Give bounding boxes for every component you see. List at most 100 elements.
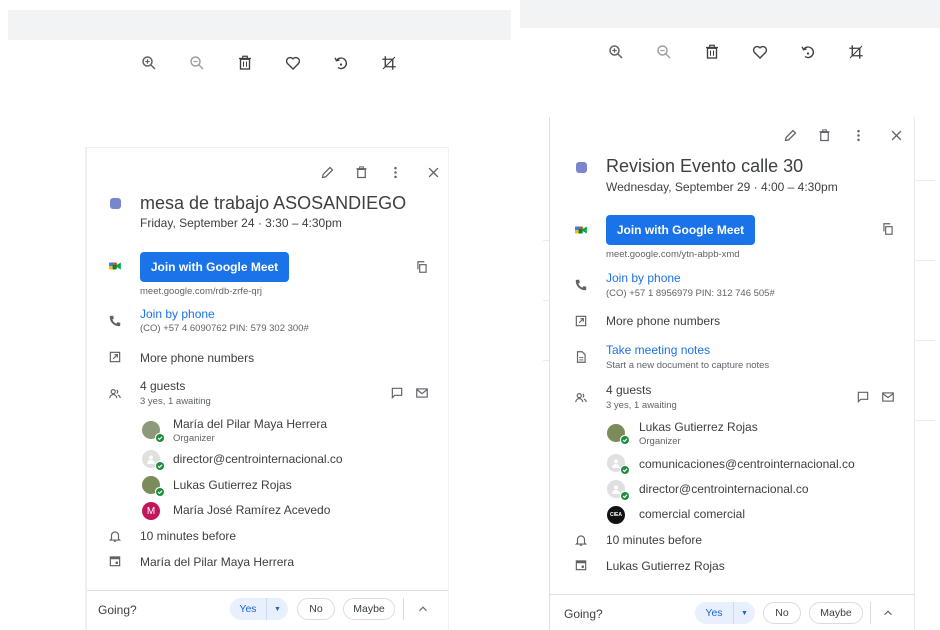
reminder-text: 10 minutes before (606, 533, 703, 547)
more-phone-numbers-link[interactable]: More phone numbers (140, 351, 254, 365)
card-header-actions (303, 162, 443, 182)
document-icon (573, 349, 589, 365)
rsvp-yes-button[interactable]: Yes (695, 602, 733, 624)
guest-name: comunicaciones@centrointernacional.co (639, 457, 855, 471)
phone-detail: (CO) +57 1 8956979 PIN: 312 746 505# (606, 288, 775, 299)
chevron-down-icon: ▼ (741, 609, 748, 617)
calendar-owner: Lukas Gutierrez Rojas (606, 559, 725, 573)
guests-count: 4 guests (606, 383, 652, 397)
chevron-up-icon[interactable] (415, 601, 431, 617)
calendar-icon (107, 553, 123, 569)
rsvp-yes-button[interactable]: Yes (230, 598, 266, 620)
guest-name: director@centrointernacional.co (173, 452, 343, 466)
meet-link[interactable]: meet.google.com/rdb-zrfe-qrj (140, 286, 262, 297)
grid-line (915, 420, 935, 421)
zoom-in-icon[interactable] (138, 52, 160, 74)
image-toolbar-right (605, 41, 893, 63)
going-label: Going? (98, 603, 137, 617)
event-details-card-right: Revision Evento calle 30 Wednesday, Sept… (549, 117, 915, 630)
guests-icon (573, 390, 589, 406)
guests-count: 4 guests (140, 379, 186, 393)
rsvp-maybe-button[interactable]: Maybe (809, 602, 863, 624)
rsvp-maybe-button[interactable]: Maybe (343, 598, 395, 620)
accepted-check-icon (620, 491, 629, 500)
phone-icon (573, 277, 589, 293)
event-title: mesa de trabajo ASOSANDIEGO (140, 193, 407, 213)
zoom-out-icon[interactable] (186, 52, 208, 74)
edit-icon[interactable] (317, 162, 337, 182)
copy-icon[interactable] (880, 221, 896, 237)
grid-line (915, 180, 935, 181)
heart-icon[interactable] (282, 52, 304, 74)
join-by-phone-link[interactable]: Join by phone (606, 271, 681, 285)
guest-role: Organizer (173, 433, 215, 444)
accepted-check-icon (155, 433, 164, 442)
guests-status: 3 yes, 1 awaiting (606, 400, 677, 411)
chat-icon[interactable] (389, 385, 405, 401)
event-details-card-left: mesa de trabajo ASOSANDIEGO Friday, Sept… (86, 148, 448, 630)
take-meeting-notes-link[interactable]: Take meeting notes (606, 343, 710, 357)
rotate-icon[interactable] (797, 41, 819, 63)
close-icon[interactable] (423, 162, 443, 182)
guest-name: Lukas Gutierrez Rojas (173, 478, 292, 492)
rsvp-footer: Going? Yes ▼ No Maybe (87, 590, 448, 628)
event-color-square (110, 198, 121, 209)
chat-icon[interactable] (855, 389, 871, 405)
zoom-in-icon[interactable] (605, 41, 627, 63)
email-icon[interactable] (414, 385, 430, 401)
image-toolbar-left (138, 52, 426, 74)
rsvp-options-dropdown[interactable]: ▼ (266, 598, 288, 620)
footer-divider (870, 602, 871, 624)
event-title: Revision Evento calle 30 (606, 156, 804, 176)
footer-divider (403, 598, 404, 620)
guests-status: 3 yes, 1 awaiting (140, 396, 211, 407)
trash-icon[interactable] (701, 41, 723, 63)
rsvp-options-dropdown[interactable]: ▼ (733, 602, 755, 624)
crop-icon[interactable] (378, 52, 400, 74)
phone-icon (107, 313, 123, 329)
more-options-icon[interactable] (848, 125, 868, 145)
rsvp-footer: Going? Yes ▼ No Maybe (550, 594, 914, 630)
crop-icon[interactable] (845, 41, 867, 63)
close-icon[interactable] (886, 125, 906, 145)
edit-icon[interactable] (780, 125, 800, 145)
accepted-check-icon (155, 487, 164, 496)
rotate-icon[interactable] (330, 52, 352, 74)
join-by-phone-link[interactable]: Join by phone (140, 307, 215, 321)
bell-icon (107, 528, 123, 544)
zoom-out-icon[interactable] (653, 41, 675, 63)
going-label: Going? (564, 607, 603, 621)
email-icon[interactable] (880, 389, 896, 405)
grid-line (915, 340, 935, 341)
rsvp-no-button[interactable]: No (297, 598, 335, 620)
trash-icon[interactable] (234, 52, 256, 74)
guest-name: María José Ramírez Acevedo (173, 503, 331, 517)
more-options-icon[interactable] (385, 162, 405, 182)
join-meet-button[interactable]: Join with Google Meet (606, 215, 755, 245)
top-bar-right (520, 0, 940, 28)
heart-icon[interactable] (749, 41, 771, 63)
meet-link[interactable]: meet.google.com/ytn-abpb-xmd (606, 249, 740, 260)
google-meet-icon (107, 258, 123, 274)
guests-icon (107, 386, 123, 402)
external-link-icon (107, 349, 123, 365)
grid-line (915, 260, 935, 261)
card-header-actions (766, 125, 906, 145)
google-meet-icon (573, 222, 589, 238)
delete-icon[interactable] (351, 162, 371, 182)
join-meet-button[interactable]: Join with Google Meet (140, 252, 289, 282)
external-link-icon (573, 313, 589, 329)
accepted-check-icon (620, 435, 629, 444)
copy-icon[interactable] (414, 259, 430, 275)
event-datetime: Friday, September 24 · 3:30 – 4:30pm (140, 216, 342, 230)
top-bar-left (8, 10, 511, 40)
accepted-check-icon (620, 465, 629, 474)
delete-icon[interactable] (814, 125, 834, 145)
event-datetime: Wednesday, September 29 · 4:00 – 4:30pm (606, 180, 838, 194)
rsvp-no-button[interactable]: No (763, 602, 801, 624)
chevron-up-icon[interactable] (880, 605, 896, 621)
accepted-check-icon (155, 461, 164, 470)
guest-name: María del Pilar Maya Herrera (173, 417, 328, 431)
phone-detail: (CO) +57 4 6090762 PIN: 579 302 300# (140, 323, 309, 334)
more-phone-numbers-link[interactable]: More phone numbers (606, 314, 720, 328)
